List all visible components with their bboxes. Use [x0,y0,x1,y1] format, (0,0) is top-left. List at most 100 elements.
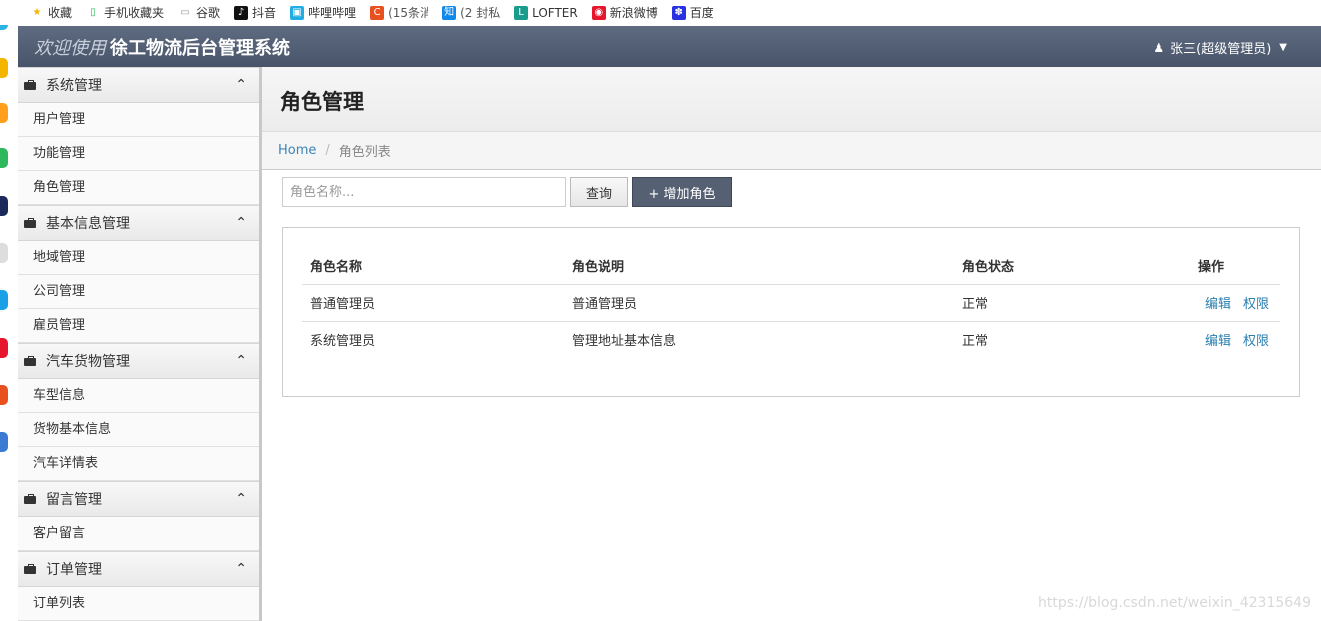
bookmark-label: 百度 [689,6,714,20]
breadcrumb-separator: / [325,143,330,158]
query-button[interactable]: 查询 [570,177,628,207]
bookmark-item[interactable]: ▣ 哔哩哔哩 [290,4,356,21]
bookmark-label: 手机收藏夹 [104,6,165,20]
zhihu-icon: 知 [442,5,457,20]
bookmark-label: 新浪微博 [609,6,658,20]
bookmark-item[interactable]: ▭ 谷歌 [178,4,220,21]
sidebar-group-title: 留言管理 [46,492,102,508]
sidebar-item[interactable]: 功能管理 [18,137,259,171]
bookmark-item[interactable]: ★ 收藏 [30,4,73,21]
sidebar-group-title: 汽车货物管理 [46,354,130,370]
bookmark-item[interactable]: 知 (2 封私 [442,4,500,21]
sidebar-item[interactable]: 客户留言 [18,517,259,551]
user-name: 张三(超级管理员) [1170,42,1272,57]
actions-cell: 编辑 权限 [1134,321,1280,358]
sidebar-group-title: 基本信息管理 [46,216,130,232]
role-name-cell: 普通管理员 [302,284,564,322]
sidebar-item[interactable]: 用户管理 [18,103,259,137]
tiktok-icon: ♪ [234,5,249,20]
page-header: 角色管理 [262,67,1321,132]
permission-link[interactable]: 权限 [1243,297,1269,312]
chevron-up-icon: ⌃ [235,491,247,507]
phone-icon: ▯ [90,6,96,18]
app-icon [0,432,8,452]
sidebar-item[interactable]: 货物基本信息 [18,413,259,447]
column-header-role-desc: 角色说明 [564,248,954,285]
actions-cell: 编辑 权限 [1134,284,1280,322]
bookmark-item[interactable]: L LOFTER [514,5,578,20]
role-table-panel: 角色名称 角色说明 角色状态 操作 普通管理员 普通管理员 正常 编辑 权限 系统… [282,227,1300,397]
bookmark-label: 抖音 [252,6,277,20]
bookmark-item[interactable]: ♪ 抖音 [234,4,276,21]
role-desc-cell: 管理地址基本信息 [572,334,677,350]
desktop-icon-strip [0,0,18,621]
role-status-cell: 正常 [954,284,1134,322]
sidebar-item[interactable]: 汽车详情表 [18,447,259,481]
bookmark-label: (15条消 [388,6,429,20]
user-menu[interactable]: ♟ 张三(超级管理员) ▼ [1153,38,1287,58]
sidebar-group-header[interactable]: 留言管理 ⌃ [18,481,259,517]
bilibili-icon: ▣ [290,5,305,20]
briefcase-icon [24,494,36,504]
table-row: 系统管理员 管理地址基本信息 正常 编辑 权限 [302,321,1280,358]
bookmark-label: 哔哩哔哩 [308,6,357,20]
sidebar-group-header[interactable]: 汽车货物管理 ⌃ [18,343,259,379]
app-header: 欢迎使用 徐工物流后台管理系统 ♟ 张三(超级管理员) ▼ [18,26,1321,67]
bookmark-item[interactable]: ◉ 新浪微博 [591,4,658,21]
bookmark-label: (2 封私 [460,6,501,20]
briefcase-icon [24,218,36,228]
role-status-cell: 正常 [962,334,989,350]
sidebar-item[interactable]: 地域管理 [18,241,259,275]
sidebar-group-header[interactable]: 系统管理 ⌃ [18,67,259,103]
search-toolbar: 查询 + 增加角色 [282,177,732,207]
sidebar-group-title: 系统管理 [46,78,102,94]
app-icon [0,243,8,263]
breadcrumb-home-link[interactable]: Home [278,143,316,158]
plus-icon: + [648,186,664,202]
column-header-role-name: 角色名称 [302,248,564,285]
bookmarks-bar: ★ 收藏 ▯ 手机收藏夹 ▭ 谷歌 ♪ 抖音 ▣ 哔哩哔哩 C (15条消知 (2 封私 L LOFTER ◉… [0,0,1321,25]
sidebar-group-header[interactable]: 基本信息管理 ⌃ [18,205,259,241]
briefcase-icon [24,356,36,366]
weibo-icon: ◉ [591,5,606,20]
edit-link[interactable]: 编辑 [1205,334,1231,349]
csdn-icon: C [370,5,385,20]
chevron-up-icon: ⌃ [235,353,247,369]
sidebar-group-title: 订单管理 [46,562,102,578]
app-icon [0,58,8,78]
app-icon [0,196,8,216]
user-icon: ♟ [1153,40,1165,55]
edit-link[interactable]: 编辑 [1205,297,1231,312]
app-icon [0,338,8,358]
breadcrumb-current: 角色列表 [338,145,391,160]
bookmark-item[interactable]: C (15条消 [370,4,428,21]
lofter-icon: L [514,5,529,20]
column-header-role-status: 角色状态 [954,248,1134,285]
sidebar-item[interactable]: 车型信息 [18,379,259,413]
role-name-search-input[interactable] [282,177,566,207]
add-role-button[interactable]: + 增加角色 [632,177,732,207]
role-name-cell: 系统管理员 [310,334,376,350]
sidebar-item[interactable]: 雇员管理 [18,309,259,343]
app-icon [0,148,8,168]
app-icon [0,385,8,405]
bookmark-label: 谷歌 [196,6,221,20]
sidebar-item[interactable]: 角色管理 [18,171,259,205]
bookmark-item[interactable]: ✽ 百度 [671,4,714,21]
app-icon [0,103,8,123]
column-header-actions: 操作 [1134,248,1280,285]
sidebar-item[interactable]: 公司管理 [18,275,259,309]
sidebar-group-header[interactable]: 订单管理 ⌃ [18,551,259,587]
sidebar-item[interactable]: 订单列表 [18,587,259,621]
watermark: https://blog.csdn.net/weixin_42315649 [1037,595,1311,611]
chevron-up-icon: ⌃ [235,561,247,577]
page-icon: ▭ [180,6,190,18]
chevron-down-icon: ▼ [1279,42,1287,53]
app-icon [0,290,8,310]
system-name: 徐工物流后台管理系统 [110,37,290,59]
main-content: 角色管理 Home / 角色列表 查询 + 增加角色 角色名称 角色说明 角色状… [262,67,1321,621]
bookmark-item[interactable]: ▯ 手机收藏夹 [86,4,164,21]
chevron-up-icon: ⌃ [235,215,247,231]
baidu-icon: ✽ [671,5,686,20]
permission-link[interactable]: 权限 [1243,334,1269,349]
